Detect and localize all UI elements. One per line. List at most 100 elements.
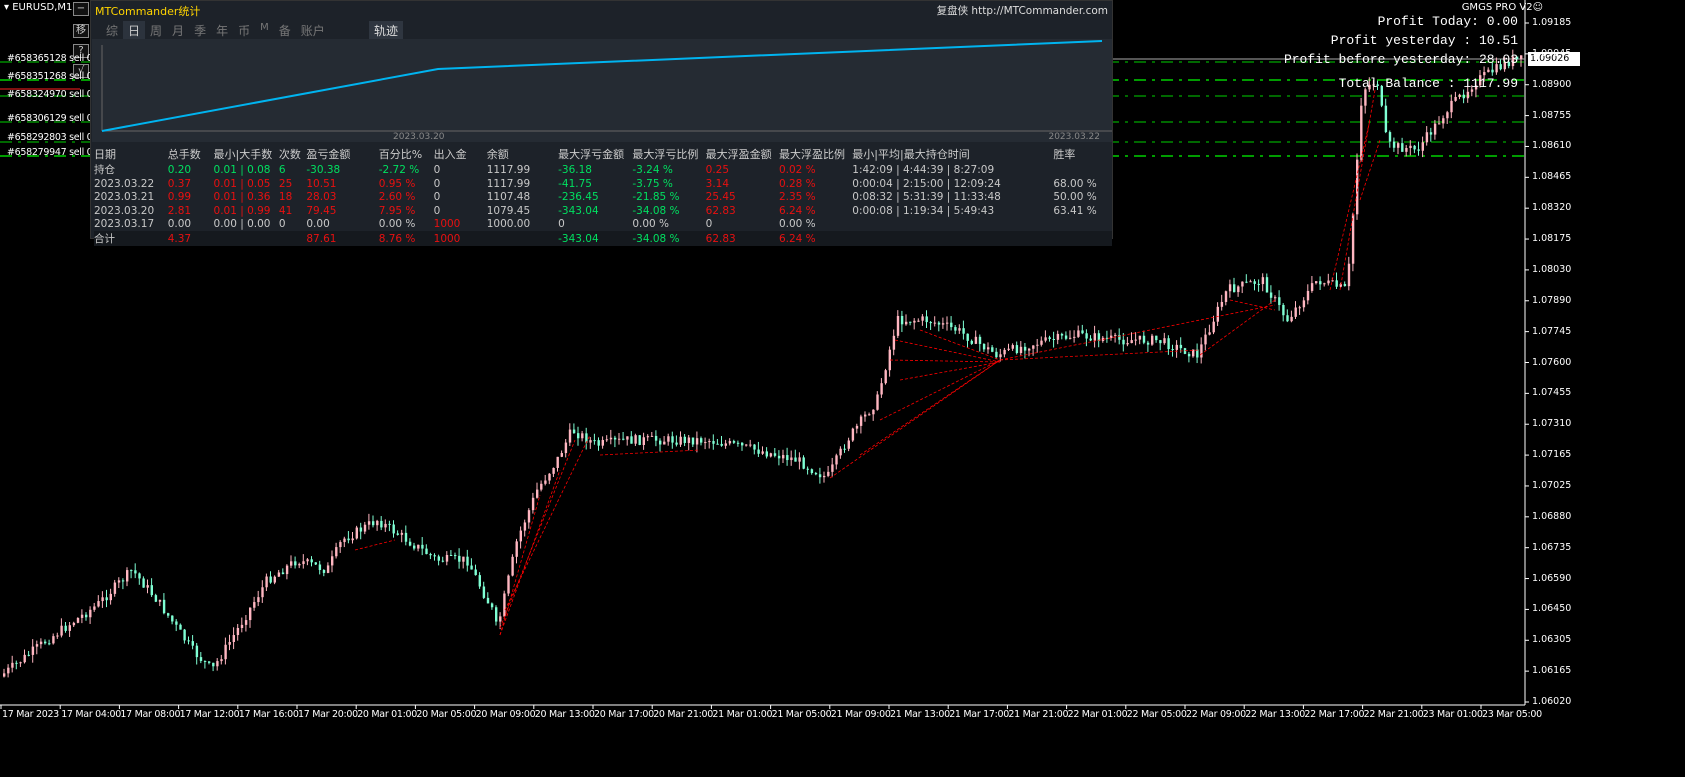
candle-body xyxy=(290,561,293,566)
candle-body xyxy=(249,607,252,621)
tab-quarter[interactable]: 季 xyxy=(189,21,211,40)
candle-body xyxy=(499,616,502,622)
candle-body xyxy=(486,597,490,604)
candle-body xyxy=(741,442,744,446)
column-header: 胜率 xyxy=(1053,148,1076,161)
candle-body xyxy=(376,520,379,526)
candle-body xyxy=(351,538,354,541)
candle-body xyxy=(3,673,6,677)
table-cell: 1107.48 xyxy=(486,191,531,204)
candle-body xyxy=(347,538,350,541)
candle-body xyxy=(1392,141,1396,148)
candle-body xyxy=(523,522,527,531)
candle-body xyxy=(335,547,338,557)
candle-body xyxy=(1003,349,1006,355)
x-tick-label: 23 Mar 01:00 xyxy=(1422,709,1483,720)
candle-body xyxy=(991,347,994,352)
candle-body xyxy=(244,620,248,625)
table-cell: 1000 xyxy=(433,231,487,246)
trade-connection-line xyxy=(899,361,1001,381)
candle-body xyxy=(1007,348,1010,350)
candle-body xyxy=(1409,145,1412,148)
candle-body xyxy=(982,343,986,350)
panel-link[interactable]: 复盘侠 http://MTCommander.com xyxy=(937,3,1108,18)
y-tick-label: 1.06590 xyxy=(1532,572,1572,584)
candle-body xyxy=(859,416,863,426)
candle-body xyxy=(1064,335,1068,339)
candle-body xyxy=(962,328,965,334)
tab-currency[interactable]: 币 xyxy=(233,21,255,40)
column-header: 次数 xyxy=(278,148,301,161)
tab-account[interactable]: 账户 xyxy=(296,21,330,40)
tab-day[interactable]: 日 xyxy=(123,21,146,40)
table-cell: 0.00 xyxy=(306,218,330,231)
candle-body xyxy=(466,556,469,566)
candle-body xyxy=(1335,280,1338,287)
move-button[interactable]: 移 xyxy=(73,24,89,38)
candle-body xyxy=(130,570,133,572)
tab-year[interactable]: 年 xyxy=(211,21,233,40)
tab-month[interactable]: 月 xyxy=(167,21,189,40)
candle-body xyxy=(589,440,592,443)
tab-backup[interactable]: 备 xyxy=(274,21,296,40)
candle-body xyxy=(150,585,153,596)
candle-body xyxy=(691,437,695,445)
candle-body xyxy=(782,455,785,459)
track-button[interactable]: 轨迹 xyxy=(369,21,404,40)
candle-body xyxy=(388,523,391,525)
tab-week[interactable]: 周 xyxy=(145,21,167,40)
candle-body xyxy=(1089,338,1092,341)
candle-body xyxy=(622,438,625,440)
candle-body xyxy=(1249,281,1252,283)
candle-body xyxy=(626,436,629,440)
candle-body xyxy=(1347,263,1351,287)
table-cell: -30.38 xyxy=(306,163,341,176)
candle-body xyxy=(777,455,781,459)
candle-body xyxy=(720,443,723,446)
candle-body xyxy=(884,370,887,384)
candle-body xyxy=(634,435,637,444)
candle-body xyxy=(503,593,506,617)
table-cell: -3.75 % xyxy=(632,177,673,190)
candle-body xyxy=(306,559,309,562)
candle-body xyxy=(769,453,773,457)
candle-body xyxy=(281,572,285,575)
candle-body xyxy=(786,455,789,461)
candle-body xyxy=(339,542,342,548)
candle-body xyxy=(507,575,510,594)
table-row: 2023.03.22 0.37 0.01 | 0.05 25 10.51 0.95 % 0 1… xyxy=(94,177,1112,191)
table-cell: 4.37 xyxy=(167,231,214,246)
candle-body xyxy=(1167,338,1170,350)
column-header: 最小|大手数 xyxy=(213,148,273,161)
candle-body xyxy=(1384,105,1388,133)
candle-body xyxy=(794,457,797,462)
candle-body xyxy=(1315,281,1318,284)
candle-body xyxy=(790,457,793,461)
table-cell: 0.01 | 0.99 xyxy=(213,204,271,217)
candle-body xyxy=(1085,333,1088,339)
candle-body xyxy=(1077,330,1080,337)
candle-body xyxy=(732,441,736,443)
candle-body xyxy=(1146,342,1150,345)
candle-body xyxy=(1397,143,1400,148)
candle-body xyxy=(1093,333,1096,341)
x-tick-label: 23 Mar 05:00 xyxy=(1482,709,1542,720)
candle-body xyxy=(835,455,838,465)
candle-body xyxy=(187,640,190,642)
candle-body xyxy=(1126,343,1129,345)
tab-summary[interactable]: 综 xyxy=(101,21,123,40)
x-tick-label: 22 Mar 05:00 xyxy=(1126,709,1187,720)
profit-yesterday: Profit yesterday : 10.51 xyxy=(1330,33,1518,48)
candle-body xyxy=(1253,281,1256,284)
table-cell: 0 xyxy=(433,177,441,190)
y-tick-label: 1.08610 xyxy=(1532,140,1572,152)
candle-body xyxy=(1356,159,1359,215)
candle-body xyxy=(441,560,445,562)
candle-body xyxy=(1425,132,1429,143)
candle-body xyxy=(97,601,100,607)
candle-body xyxy=(593,440,596,442)
table-cell: 2.35 % xyxy=(778,191,816,204)
candle-body xyxy=(868,414,871,416)
tab-m[interactable]: M xyxy=(255,21,274,40)
minimize-button[interactable]: − xyxy=(73,2,89,16)
